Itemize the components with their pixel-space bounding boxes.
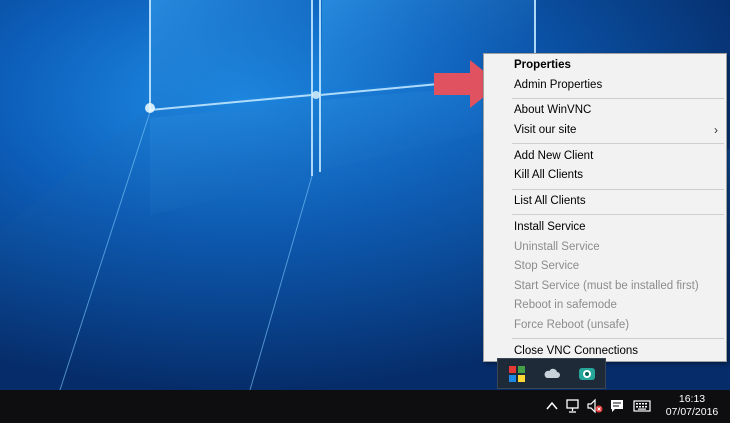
network-icon[interactable] [565,398,581,414]
menu-separator [512,188,724,190]
desktop-screen: Properties Admin Properties About WinVNC… [0,0,730,423]
webcam-icon[interactable] [578,365,596,383]
menu-item-reboot-safemode: Reboot in safemode [514,299,617,312]
menu-item-visit-our-site[interactable]: Visit our site › [484,121,726,141]
taskbar-clock[interactable]: 16:13 07/07/2016 [660,393,724,419]
chevron-up-icon[interactable] [544,398,560,414]
menu-item-admin-properties[interactable]: Admin Properties [484,76,726,96]
ultravnc-icon[interactable] [508,365,526,383]
taskbar: 16:13 07/07/2016 [0,390,730,423]
menu-item-stop-service: Stop Service [514,260,580,273]
menu-item-force-reboot: Force Reboot (unsafe) [514,318,630,331]
menu-item-properties[interactable]: Properties [484,56,726,76]
submenu-chevron-icon: › [714,122,718,137]
menu-item-install-service[interactable]: Install Service [484,218,726,238]
action-center-icon[interactable] [609,398,625,414]
menu-separator [512,214,724,216]
menu-separator [512,143,724,145]
vnc-tray-context-menu: Properties Admin Properties About WinVNC… [483,53,727,362]
keyboard-icon[interactable] [633,398,651,414]
onedrive-cloud-icon[interactable] [543,365,561,383]
tray-overflow-popup [497,358,606,389]
menu-separator [512,97,724,99]
menu-separator [512,338,724,340]
volume-muted-icon[interactable] [587,398,603,414]
menu-item-list-all-clients[interactable]: List All Clients [484,192,726,212]
clock-time: 16:13 [678,393,706,405]
menu-item-uninstall-service: Uninstall Service [514,240,600,253]
menu-item-about-winvnc[interactable]: About WinVNC [484,101,726,121]
menu-item-kill-all-clients[interactable]: Kill All Clients [484,166,726,186]
menu-item-start-service: Start Service (must be installed first) [514,279,699,292]
clock-date: 07/07/2016 [665,406,719,418]
menu-item-add-new-client[interactable]: Add New Client [484,147,726,167]
